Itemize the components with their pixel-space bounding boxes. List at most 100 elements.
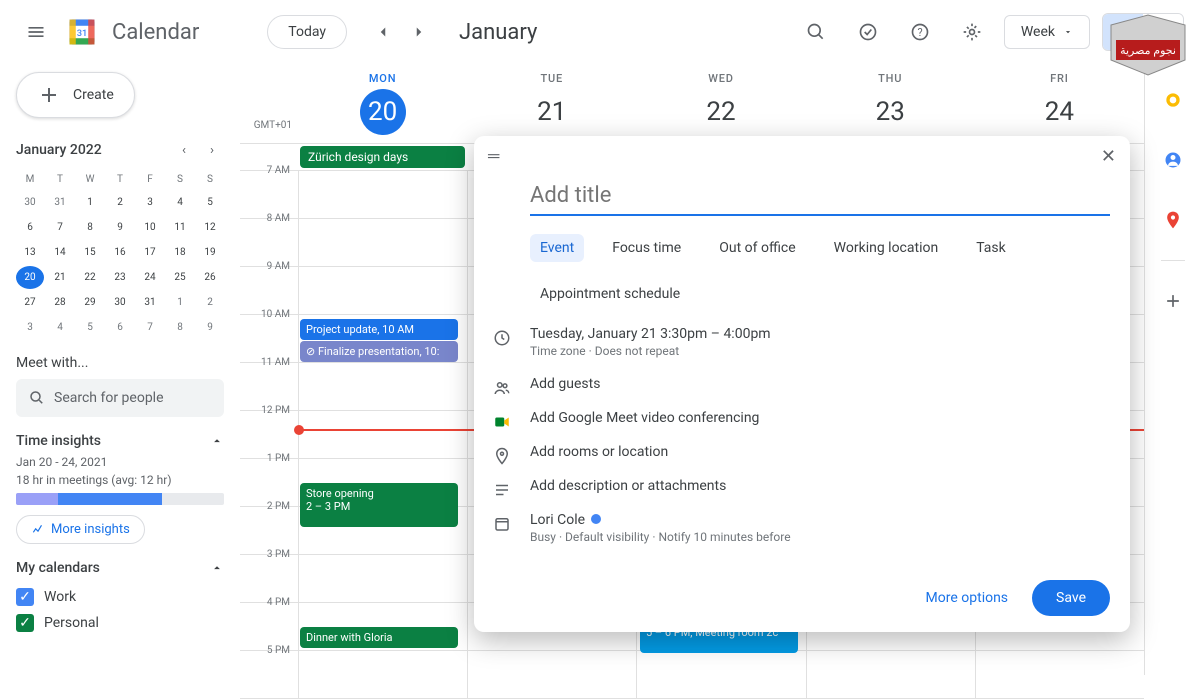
mini-cal-day[interactable]: 18 (166, 241, 194, 264)
mini-cal-day[interactable]: 8 (166, 316, 194, 339)
create-button[interactable]: Create (16, 72, 135, 118)
event-type-tab[interactable]: Out of office (709, 234, 805, 262)
mini-cal-day[interactable]: 22 (76, 266, 104, 289)
event-type-tab[interactable]: Appointment schedule (530, 280, 690, 308)
mini-cal-day[interactable]: 6 (106, 316, 134, 339)
mini-cal-day[interactable]: 10 (136, 216, 164, 239)
search-placeholder: Search for people (54, 390, 164, 406)
hamburger-menu-button[interactable] (16, 12, 56, 52)
mini-cal-day[interactable]: 2 (106, 191, 134, 214)
time-cell[interactable] (298, 219, 467, 266)
mini-cal-day[interactable]: 1 (166, 291, 194, 314)
mini-cal-day[interactable]: 7 (46, 216, 74, 239)
today-button[interactable]: Today (267, 15, 347, 49)
mini-cal-day[interactable]: 5 (196, 191, 224, 214)
day-header[interactable]: TUE21 (467, 64, 636, 143)
drag-handle-icon[interactable]: ═ (488, 146, 499, 167)
search-people-input[interactable]: Search for people (16, 379, 224, 417)
mini-cal-day[interactable]: 5 (76, 316, 104, 339)
event-type-tab[interactable]: Task (966, 234, 1016, 262)
mini-cal-day[interactable]: 30 (106, 291, 134, 314)
time-cell[interactable] (298, 267, 467, 314)
time-cell[interactable] (298, 171, 467, 218)
day-header[interactable]: MON20 (298, 64, 467, 143)
event-dinner[interactable]: Dinner with Gloria (300, 627, 458, 648)
prev-week-button[interactable] (367, 16, 399, 48)
mini-cal-day[interactable]: 31 (136, 291, 164, 314)
time-cell[interactable] (298, 363, 467, 410)
description-icon (492, 480, 512, 500)
my-calendars-header[interactable]: My calendars (16, 560, 224, 576)
mini-cal-day[interactable]: 16 (106, 241, 134, 264)
checkbox-icon[interactable]: ✓ (16, 588, 34, 606)
mini-cal-day[interactable]: 31 (46, 191, 74, 214)
mini-cal-day[interactable]: 1 (76, 191, 104, 214)
next-week-button[interactable] (403, 16, 435, 48)
mini-cal-day[interactable]: 11 (166, 216, 194, 239)
add-addon-button[interactable] (1153, 281, 1193, 321)
calendar-list-item[interactable]: ✓Work (16, 584, 224, 610)
contacts-button[interactable] (1153, 140, 1193, 180)
mini-cal-day[interactable]: 20 (16, 266, 44, 289)
event-project-update[interactable]: Project update, 10 AM (300, 319, 458, 340)
add-meet-field[interactable]: Add Google Meet video conferencing (530, 410, 759, 426)
mini-cal-day[interactable]: 26 (196, 266, 224, 289)
day-header[interactable]: THU23 (806, 64, 975, 143)
support-button[interactable] (848, 12, 888, 52)
mini-cal-day[interactable]: 4 (46, 316, 74, 339)
mini-cal-day[interactable]: 4 (166, 191, 194, 214)
time-cell[interactable] (298, 411, 467, 458)
mini-cal-day[interactable]: 2 (196, 291, 224, 314)
add-guests-field[interactable]: Add guests (530, 376, 600, 392)
mini-cal-day[interactable]: 9 (106, 216, 134, 239)
event-type-tab[interactable]: Working location (824, 234, 949, 262)
organizer-field[interactable]: Lori Cole Busy · Default visibility · No… (530, 512, 791, 544)
mini-cal-prev[interactable]: ‹ (172, 138, 196, 162)
event-datetime[interactable]: Tuesday, January 21 3:30pm – 4:00pm Time… (530, 326, 771, 358)
event-type-tab[interactable]: Focus time (602, 234, 691, 262)
mini-cal-day[interactable]: 27 (16, 291, 44, 314)
mini-cal-day[interactable]: 29 (76, 291, 104, 314)
mini-cal-day[interactable]: 9 (196, 316, 224, 339)
mini-cal-day[interactable]: 15 (76, 241, 104, 264)
mini-cal-day[interactable]: 24 (136, 266, 164, 289)
calendar-list-item[interactable]: ✓Personal (16, 610, 224, 636)
event-title-input[interactable] (530, 177, 1110, 216)
mini-cal-day[interactable]: 25 (166, 266, 194, 289)
mini-cal-day[interactable]: 23 (106, 266, 134, 289)
more-insights-button[interactable]: More insights (16, 515, 145, 544)
more-options-button[interactable]: More options (914, 580, 1021, 616)
add-location-field[interactable]: Add rooms or location (530, 444, 668, 460)
mini-cal-day[interactable]: 28 (46, 291, 74, 314)
keep-button[interactable] (1153, 80, 1193, 120)
mini-cal-day[interactable]: 7 (136, 316, 164, 339)
allday-event[interactable]: Zürich design days (300, 146, 465, 168)
time-insights-header[interactable]: Time insights (16, 433, 224, 449)
checkbox-icon[interactable]: ✓ (16, 614, 34, 632)
add-description-field[interactable]: Add description or attachments (530, 478, 726, 494)
mini-cal-next[interactable]: › (200, 138, 224, 162)
help-button[interactable]: ? (900, 12, 940, 52)
maps-button[interactable] (1153, 200, 1193, 240)
mini-cal-day[interactable]: 30 (16, 191, 44, 214)
mini-cal-day[interactable]: 21 (46, 266, 74, 289)
mini-cal-day[interactable]: 14 (46, 241, 74, 264)
mini-cal-day[interactable]: 12 (196, 216, 224, 239)
mini-cal-day[interactable]: 8 (76, 216, 104, 239)
mini-cal-day[interactable]: 6 (16, 216, 44, 239)
mini-cal-day[interactable]: 13 (16, 241, 44, 264)
event-type-tab[interactable]: Event (530, 234, 584, 262)
event-finalize-presentation[interactable]: ⊘ Finalize presentation, 10: (300, 341, 458, 362)
mini-cal-day[interactable]: 17 (136, 241, 164, 264)
view-selector[interactable]: Week (1004, 15, 1090, 49)
time-cell[interactable] (298, 555, 467, 602)
save-button[interactable]: Save (1032, 580, 1110, 616)
close-dialog-button[interactable]: ✕ (1101, 146, 1116, 167)
search-button[interactable] (796, 12, 836, 52)
day-header[interactable]: WED22 (636, 64, 805, 143)
mini-cal-day[interactable]: 3 (136, 191, 164, 214)
event-store-opening[interactable]: Store opening 2 – 3 PM (300, 483, 458, 527)
mini-cal-day[interactable]: 19 (196, 241, 224, 264)
mini-cal-day[interactable]: 3 (16, 316, 44, 339)
settings-button[interactable] (952, 12, 992, 52)
